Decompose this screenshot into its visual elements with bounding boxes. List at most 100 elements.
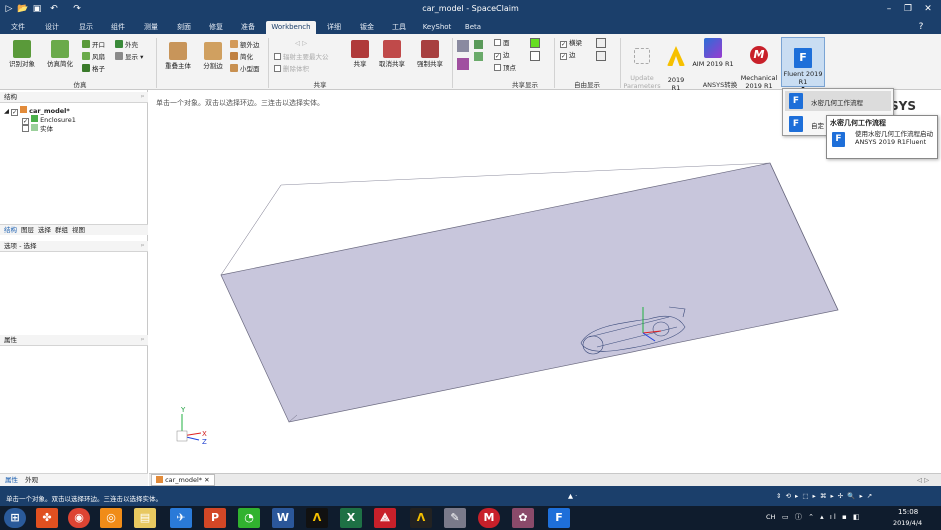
graphics-viewport[interactable]: Y X Z (149, 95, 940, 473)
document-tab[interactable]: car_model* ✕ (151, 474, 215, 486)
show-button[interactable]: 显示 ▾ (115, 52, 143, 62)
taskbar-app-icon[interactable]: ✤ (36, 508, 58, 528)
display-type-icon[interactable] (457, 40, 469, 52)
start-icon[interactable]: ⊞ (4, 508, 26, 528)
tab-scroll-icon[interactable]: ◁ ▷ (917, 476, 929, 484)
fluent-icon: F (789, 93, 803, 109)
tab-layers[interactable]: 图层 (21, 226, 34, 234)
cancel-share-button[interactable]: 取消共享 (375, 40, 409, 68)
split-edge-button[interactable]: 分割边 (196, 42, 230, 70)
simplify-button[interactable]: 简化 (230, 52, 253, 62)
enclosure-box-front[interactable] (220, 162, 839, 423)
opening-button[interactable]: 开口 (82, 40, 105, 50)
model-canvas[interactable]: Y X Z (149, 95, 940, 473)
tab-properties[interactable]: 属性 (5, 476, 18, 484)
menu-bar: 文件 设计 显示 组件 测量 刻面 修复 准备 Workbench 详细 钣金 … (0, 19, 941, 34)
identify-icon (13, 40, 31, 58)
minimize-button[interactable]: – (880, 2, 898, 16)
aim-2019-button[interactable]: AIM 2019 R1 (690, 38, 736, 68)
tab-structure[interactable]: 结构 (4, 226, 17, 234)
tab-design[interactable]: 设计 (40, 21, 64, 34)
tab-beta[interactable]: Beta (461, 21, 485, 34)
tab-keyshot[interactable]: KeyShot (419, 21, 455, 34)
simulation-simplify-button[interactable]: 仿真简化 (42, 40, 78, 68)
update-parameters-button[interactable]: Update Parameters (622, 40, 662, 90)
enclosure-button[interactable]: 外壳 (115, 40, 138, 50)
excel-icon[interactable]: X (340, 508, 362, 528)
close-tab-icon[interactable]: ✕ (204, 476, 209, 484)
fluent-taskbar-icon[interactable]: F (548, 508, 570, 528)
ansys-2019-button[interactable]: 2019 R1 (664, 38, 688, 92)
chrome-icon[interactable]: ◉ (68, 508, 90, 528)
horizontal-check[interactable]: ✓ 横梁 (560, 39, 582, 48)
vertex-check[interactable]: 顶点 (494, 64, 516, 73)
word-icon[interactable]: W (272, 508, 294, 528)
tab-detail[interactable]: 详细 (322, 21, 346, 34)
fluent-2019-button[interactable]: F Fluent 2019 R1 ▾ (781, 37, 825, 92)
tab-workbench[interactable]: Workbench (266, 21, 316, 34)
delete-volume-check[interactable]: 删除体积 (274, 65, 309, 74)
pin-icon[interactable]: ᵖ (141, 92, 144, 103)
tray-icons[interactable]: ▭ ⓘ ⌃ ▴ ıl ▪ ◧ (782, 512, 862, 522)
status-toggle-icon[interactable]: ▲ · (568, 492, 577, 500)
overlap-bodies-button[interactable]: 重叠主体 (160, 42, 196, 70)
free-edge-check[interactable]: ✓ 边 (560, 51, 576, 60)
auto-share-check[interactable]: 辐射主要最大公 (274, 53, 329, 62)
bird-app-icon[interactable]: ✈ (170, 508, 192, 528)
face-color-swatch[interactable] (530, 38, 540, 48)
share-button[interactable]: 共享 (347, 40, 373, 68)
paint-icon[interactable]: ✎ (444, 508, 466, 528)
foxmail-icon[interactable]: ◎ (100, 508, 122, 528)
grid-button[interactable]: 格子 (82, 64, 105, 74)
fluent-icon: F (789, 116, 803, 132)
mechanical-taskbar-icon[interactable]: M (478, 508, 500, 528)
explorer-icon[interactable]: ▤ (134, 508, 156, 528)
tab-file[interactable]: 文件 (6, 21, 30, 34)
tab-facets[interactable]: 刻面 (172, 21, 196, 34)
group-ansys: ANSYS转换 (702, 81, 738, 89)
tab-assembly[interactable]: 组件 (106, 21, 130, 34)
force-share-button[interactable]: 强制共享 (412, 40, 448, 68)
display-color-icon[interactable] (457, 58, 469, 70)
wechat-icon[interactable]: ◔ (238, 508, 260, 528)
share-display-icon-b[interactable] (474, 52, 483, 61)
show-icon (115, 52, 123, 60)
tab-groups[interactable]: 群组 (55, 226, 68, 234)
pin-icon[interactable]: ᵖ (141, 335, 144, 346)
ansys-taskbar-icon[interactable]: Λ (306, 508, 328, 528)
tab-tools[interactable]: 工具 (387, 21, 411, 34)
grid-icon (82, 64, 90, 72)
identify-objects-button[interactable]: 识别对象 (4, 40, 40, 68)
tab-sheetmetal[interactable]: 钣金 (355, 21, 379, 34)
close-button[interactable]: ✕ (919, 2, 937, 16)
tab-appearance[interactable]: 外观 (25, 476, 38, 484)
pin-icon[interactable]: ᵖ (141, 241, 144, 252)
small-face-button[interactable]: 小型面 (230, 64, 260, 74)
share-display-icon-a[interactable] (474, 40, 483, 49)
ansys-workbench-icon[interactable]: Λ (410, 508, 432, 528)
extra-edge-button[interactable]: 额外边 (230, 40, 260, 50)
menu-item-watertight[interactable]: F 水密几何工作流程 (785, 91, 891, 111)
fan-button[interactable]: 风扇 (82, 52, 105, 62)
powerpoint-icon[interactable]: P (204, 508, 226, 528)
tab-repair[interactable]: 修复 (204, 21, 228, 34)
language-indicator[interactable]: CH (766, 513, 775, 521)
document-tab-bar: car_model* ✕ ◁ ▷ (149, 473, 941, 486)
status-tools-icon[interactable]: ⇕ ⟲ ▸ ⬚ ▸ ⌘ ▸ ✢ 🔍 ▸ ↗ (776, 492, 873, 500)
tab-views[interactable]: 视图 (72, 226, 85, 234)
face-check[interactable]: 面 (494, 39, 510, 48)
edge-color-swatch[interactable] (530, 51, 540, 61)
restore-button[interactable]: ❐ (899, 2, 917, 16)
tab-display[interactable]: 显示 (74, 21, 98, 34)
tab-selection[interactable]: 选择 (38, 226, 51, 234)
tab-measure[interactable]: 测量 (139, 21, 163, 34)
free-horizontal-swatch[interactable] (596, 38, 606, 48)
tab-prepare[interactable]: 准备 (236, 21, 260, 34)
pdf-icon[interactable]: ⟁ (374, 508, 396, 528)
tree-solid[interactable]: 实体 (22, 124, 53, 134)
free-edge-swatch[interactable] (596, 51, 606, 61)
help-button[interactable]: ? (912, 20, 930, 34)
edge-check[interactable]: ✓ 边 (494, 51, 510, 60)
spaceclaim-taskbar-icon[interactable]: ✿ (512, 508, 534, 528)
prev-arrow-icon[interactable]: ◁ ▷ (295, 39, 307, 48)
